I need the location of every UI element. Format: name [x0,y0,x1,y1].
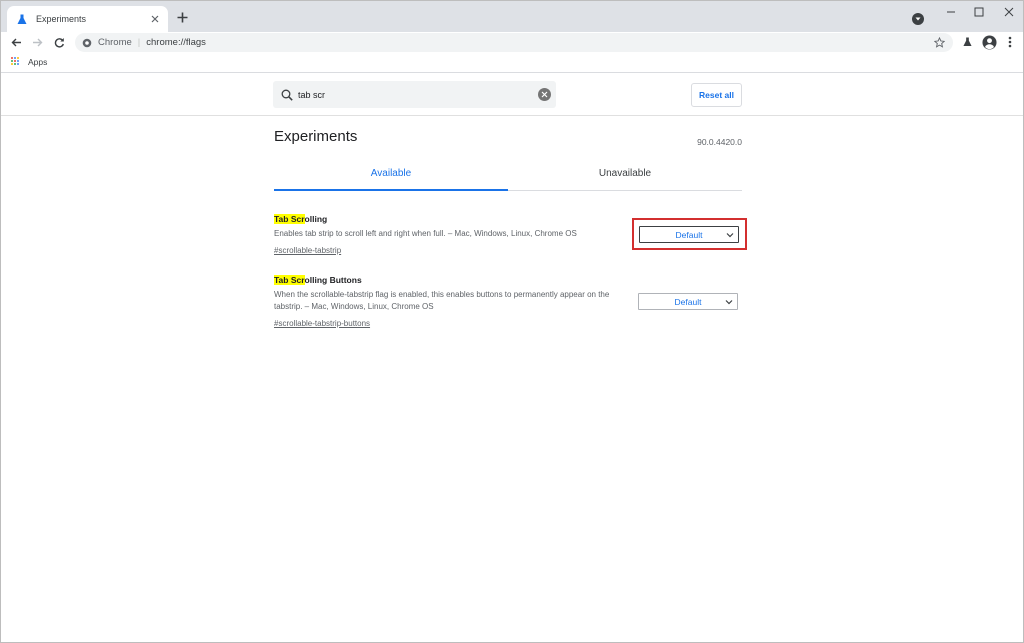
browser-window: Experiments Chrome | chrome://flags Apps… [0,0,1024,643]
experiment-permalink[interactable]: #scrollable-tabstrip [274,245,341,257]
omnibox-separator: | [137,37,141,48]
apps-grid-icon [11,57,21,67]
forward-icon[interactable] [30,35,44,49]
toolbar: Chrome | chrome://flags [1,32,1023,53]
bookmark-apps-label: Apps [28,57,48,67]
experiment-name-rest: olling Buttons [304,275,362,285]
version-label: 90.0.4420.0 [697,137,742,147]
bookmark-apps[interactable]: Apps [11,57,47,67]
minimize-icon[interactable] [936,1,966,23]
experiment-description: Enables tab strip to scroll left and rig… [274,229,577,238]
search-box [273,81,556,108]
close-window-icon[interactable] [994,1,1024,23]
new-tab-icon[interactable] [174,9,190,25]
page-title: Experiments [274,128,358,145]
tab-experiments[interactable]: Experiments [7,6,168,32]
labs-icon[interactable] [960,35,974,49]
search-input[interactable] [298,89,528,100]
maximize-icon[interactable] [964,1,994,23]
experiment-description: When the scrollable-tabstrip flag is ena… [274,290,610,311]
close-tab-icon[interactable] [149,13,161,25]
address-bar[interactable]: Chrome | chrome://flags [75,33,953,52]
experiment-name-rest: olling [304,214,328,224]
select-value: Default [674,296,702,307]
experiment-state-select[interactable]: Default [638,293,738,310]
flags-header: Reset all [1,74,1023,116]
experiment-name: Tab Scrolling Buttons [274,275,634,286]
tab-available[interactable]: Available [274,159,508,191]
tab-unavailable[interactable]: Unavailable [508,159,742,190]
omnibox-chip: Chrome [98,37,132,48]
reset-all-button[interactable]: Reset all [691,83,742,107]
site-info-icon[interactable] [82,38,92,48]
tab-title: Experiments [36,14,87,24]
search-match-highlight: Tab Scr [274,214,305,224]
bookmarks-bar: Apps [1,53,1023,73]
bookmark-star-icon[interactable] [933,36,946,49]
chevron-down-icon [725,298,733,306]
experiment-tab-scrolling: Tab Scrolling Enables tab strip to scrol… [274,214,634,258]
omnibox-url: chrome://flags [146,37,206,48]
flask-icon [16,13,28,25]
media-control-icon[interactable] [912,13,924,25]
experiment-name: Tab Scrolling [274,214,634,225]
annotation-highlight-box [632,218,747,250]
tab-strip: Experiments [1,1,1023,32]
back-icon[interactable] [9,35,23,49]
experiment-permalink[interactable]: #scrollable-tabstrip-buttons [274,318,370,330]
search-icon [280,88,294,102]
flags-tabs: Available Unavailable [274,159,742,191]
experiment-tab-scrolling-buttons: Tab Scrolling Buttons When the scrollabl… [274,275,634,331]
clear-search-icon[interactable] [538,88,551,101]
search-match-highlight: Tab Scr [274,275,305,285]
reload-icon[interactable] [52,35,66,49]
profile-avatar-icon[interactable] [981,34,997,50]
menu-icon[interactable] [1003,35,1017,49]
